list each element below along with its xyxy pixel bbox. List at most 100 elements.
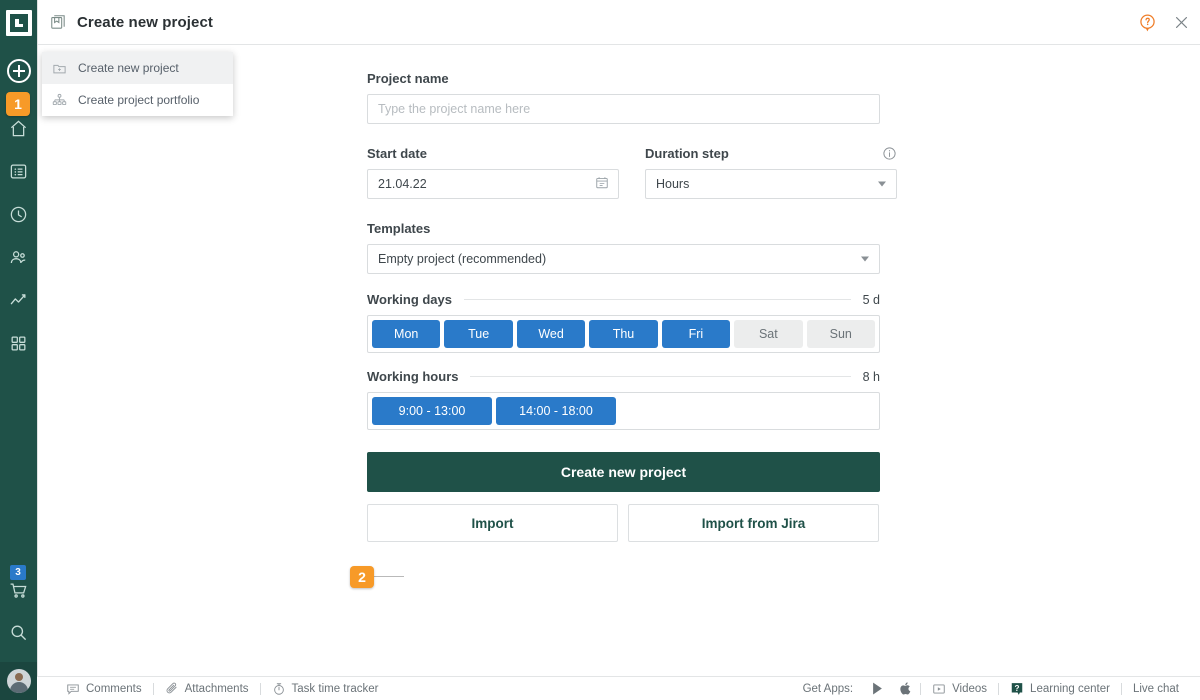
templates-field-group: Templates Empty project (recommended) [367, 221, 880, 274]
create-menu: Create new project Create project portfo… [42, 52, 233, 116]
menu-item-label: Create project portfolio [78, 93, 200, 107]
sidebar-item-reports[interactable] [0, 279, 37, 322]
date-duration-row: Start date 21.04.22 Duration step Hours [367, 146, 897, 199]
start-date-value: 21.04.22 [378, 177, 427, 191]
annotation-marker-1: 1 [6, 92, 30, 116]
task-time-tracker-label: Task time tracker [291, 682, 379, 695]
cart-badge: 3 [10, 565, 26, 580]
working-hours-picker: 9:00 - 13:00 14:00 - 18:00 [367, 392, 880, 430]
page-title: Create new project [77, 13, 214, 31]
videos-label: Videos [952, 682, 988, 695]
avatar-body [9, 682, 28, 693]
working-hours-rule [470, 376, 851, 377]
templates-value: Empty project (recommended) [378, 252, 547, 266]
avatar-head [14, 673, 23, 681]
chevron-down-icon [878, 181, 886, 187]
create-project-form: Project name Type the project name here … [367, 45, 897, 542]
status-bar-left: Comments Attachments Task time tracker [55, 682, 389, 696]
help-icon[interactable] [1138, 13, 1157, 32]
create-project-dialog: Create new project Create new project Cr… [37, 0, 1200, 676]
status-bar-right: Get Apps: Videos ? Learning center Live … [793, 681, 1190, 696]
add-button[interactable] [6, 59, 31, 83]
menu-item-create-new-project[interactable]: Create new project [42, 52, 233, 84]
paperclip-icon [166, 682, 177, 693]
comments-button[interactable]: Comments [55, 682, 153, 696]
sidebar-item-apps[interactable] [0, 322, 37, 365]
task-time-tracker-button[interactable]: Task time tracker [261, 682, 390, 696]
info-icon[interactable] [882, 146, 897, 161]
day-toggle-sun[interactable]: Sun [806, 320, 875, 348]
start-date-field-group: Start date 21.04.22 [367, 146, 619, 199]
day-toggle-sat[interactable]: Sat [734, 320, 803, 348]
hour-slot-morning[interactable]: 9:00 - 13:00 [372, 397, 492, 425]
learning-center-button[interactable]: ? Learning center [999, 682, 1121, 696]
create-new-project-button[interactable]: Create new project [367, 452, 880, 492]
working-hours-value: 8 h [862, 369, 880, 384]
comment-icon [67, 683, 79, 695]
project-name-field-group: Project name Type the project name here [367, 71, 880, 124]
dialog-header-actions [1138, 0, 1190, 45]
live-chat-button[interactable]: Live chat [1122, 683, 1190, 695]
project-name-label: Project name [367, 71, 449, 86]
duration-step-select[interactable]: Hours [645, 169, 897, 199]
user-avatar[interactable] [0, 662, 37, 700]
avatar-image [6, 669, 31, 693]
annotation-marker-2-line [374, 576, 404, 577]
working-hours-label: Working hours [367, 369, 459, 384]
live-chat-label: Live chat [1132, 682, 1179, 695]
sidebar-item-team[interactable] [0, 236, 37, 279]
menu-item-create-project-portfolio[interactable]: Create project portfolio [42, 84, 233, 116]
dialog-header: Create new project [38, 0, 1200, 45]
import-button[interactable]: Import [367, 504, 618, 542]
svg-text:?: ? [1015, 683, 1020, 692]
day-toggle-mon[interactable]: Mon [372, 320, 441, 348]
import-from-jira-button[interactable]: Import from Jira [628, 504, 879, 542]
new-project-icon [52, 61, 74, 76]
attachments-button[interactable]: Attachments [154, 682, 260, 696]
templates-select[interactable]: Empty project (recommended) [367, 244, 880, 274]
menu-item-label: Create new project [78, 61, 179, 75]
google-play-button[interactable] [863, 681, 892, 696]
project-name-input[interactable]: Type the project name here [367, 94, 880, 124]
day-toggle-fri[interactable]: Fri [661, 320, 731, 348]
working-days-label: Working days [367, 292, 453, 307]
working-hours-header: Working hours 8 h [367, 369, 880, 384]
working-days-rule [464, 299, 851, 300]
google-play-icon [873, 682, 882, 695]
app-window: 3 1 2 Create new project Create new proj… [0, 0, 1200, 700]
annotation-marker-2: 2 [350, 566, 374, 588]
day-toggle-wed[interactable]: Wed [516, 320, 586, 348]
sidebar-item-cart[interactable]: 3 [0, 565, 37, 602]
chevron-down-icon [861, 256, 869, 262]
videos-button[interactable]: Videos [921, 682, 998, 696]
project-name-placeholder: Type the project name here [378, 102, 531, 116]
video-icon [933, 683, 945, 694]
app-store-button[interactable] [892, 681, 920, 696]
logo-g-icon [5, 10, 32, 36]
sidebar-item-projects[interactable] [0, 150, 37, 193]
hour-slot-afternoon[interactable]: 14:00 - 18:00 [496, 397, 616, 425]
attachments-label: Attachments [184, 682, 249, 695]
duration-step-label-row: Duration step [645, 146, 897, 161]
apple-icon [900, 682, 911, 695]
sidebar-item-search[interactable] [0, 602, 37, 662]
get-apps-label: Get Apps: [802, 682, 854, 695]
status-bar: Comments Attachments Task time tracker G… [37, 676, 1200, 700]
learning-center-icon: ? [1011, 682, 1023, 695]
close-icon[interactable] [1173, 14, 1190, 31]
start-date-label: Start date [367, 146, 427, 161]
working-hours-group: Working hours 8 h 9:00 - 13:00 14:00 - 1… [367, 369, 880, 430]
learning-center-label: Learning center [1030, 682, 1110, 695]
working-days-group: Working days 5 d Mon Tue Wed Thu Fri Sat… [367, 292, 880, 353]
calendar-icon[interactable] [595, 176, 609, 193]
day-toggle-thu[interactable]: Thu [589, 320, 658, 348]
pages-icon [50, 14, 67, 31]
duration-step-field-group: Duration step Hours [645, 146, 897, 199]
start-date-input[interactable]: 21.04.22 [367, 169, 619, 199]
working-days-picker: Mon Tue Wed Thu Fri Sat Sun [367, 315, 880, 353]
day-toggle-tue[interactable]: Tue [444, 320, 513, 348]
app-logo[interactable] [0, 0, 37, 46]
templates-label: Templates [367, 221, 431, 236]
sidebar-item-history[interactable] [0, 193, 37, 236]
import-buttons-row: Import Import from Jira [367, 504, 880, 542]
